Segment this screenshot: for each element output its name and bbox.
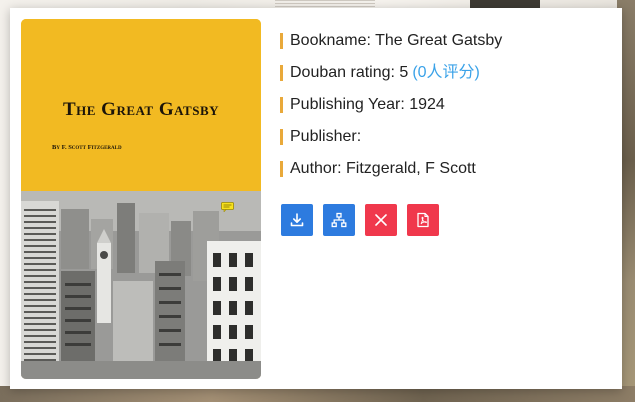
pdf-button[interactable] [407, 204, 439, 236]
publisher-row: Publisher: [280, 126, 610, 158]
publishing-year-row: Publishing Year: 1924 [280, 94, 610, 126]
douban-rating-text: Douban rating: 5 [290, 64, 409, 81]
row-marker [280, 33, 283, 49]
download-button[interactable] [281, 204, 313, 236]
author-row: Author: Fitzgerald, F Scott [280, 158, 610, 190]
publisher-text: Publisher: [290, 128, 362, 145]
bookname-row: Bookname: The Great Gatsby [280, 30, 610, 62]
book-detail-popup: The Great Gatsby By F. Scott Fitzgerald [10, 8, 622, 389]
cover-city-photo [21, 191, 261, 379]
douban-rating-row: Douban rating: 5 (0人评分) [280, 62, 610, 94]
cover-author: By F. Scott Fitzgerald [52, 144, 122, 151]
structure-button[interactable] [323, 204, 355, 236]
close-button[interactable] [365, 204, 397, 236]
publishing-year-text: Publishing Year: 1924 [290, 96, 445, 113]
book-cover[interactable]: The Great Gatsby By F. Scott Fitzgerald [21, 19, 261, 379]
douban-rating-count-link[interactable]: (0人评分) [412, 64, 480, 81]
row-marker [280, 65, 283, 81]
row-marker [280, 129, 283, 145]
row-marker [280, 161, 283, 177]
pdf-file-icon [417, 212, 429, 228]
book-info: Bookname: The Great Gatsby Douban rating… [280, 30, 610, 190]
comment-icon[interactable] [221, 202, 234, 212]
sitemap-icon [331, 212, 347, 228]
download-icon [290, 213, 304, 227]
close-icon [375, 214, 387, 226]
author-text: Author: Fitzgerald, F Scott [290, 160, 476, 177]
cover-title: The Great Gatsby [62, 99, 220, 120]
row-marker [280, 97, 283, 113]
bookname-text: Bookname: The Great Gatsby [290, 32, 503, 49]
